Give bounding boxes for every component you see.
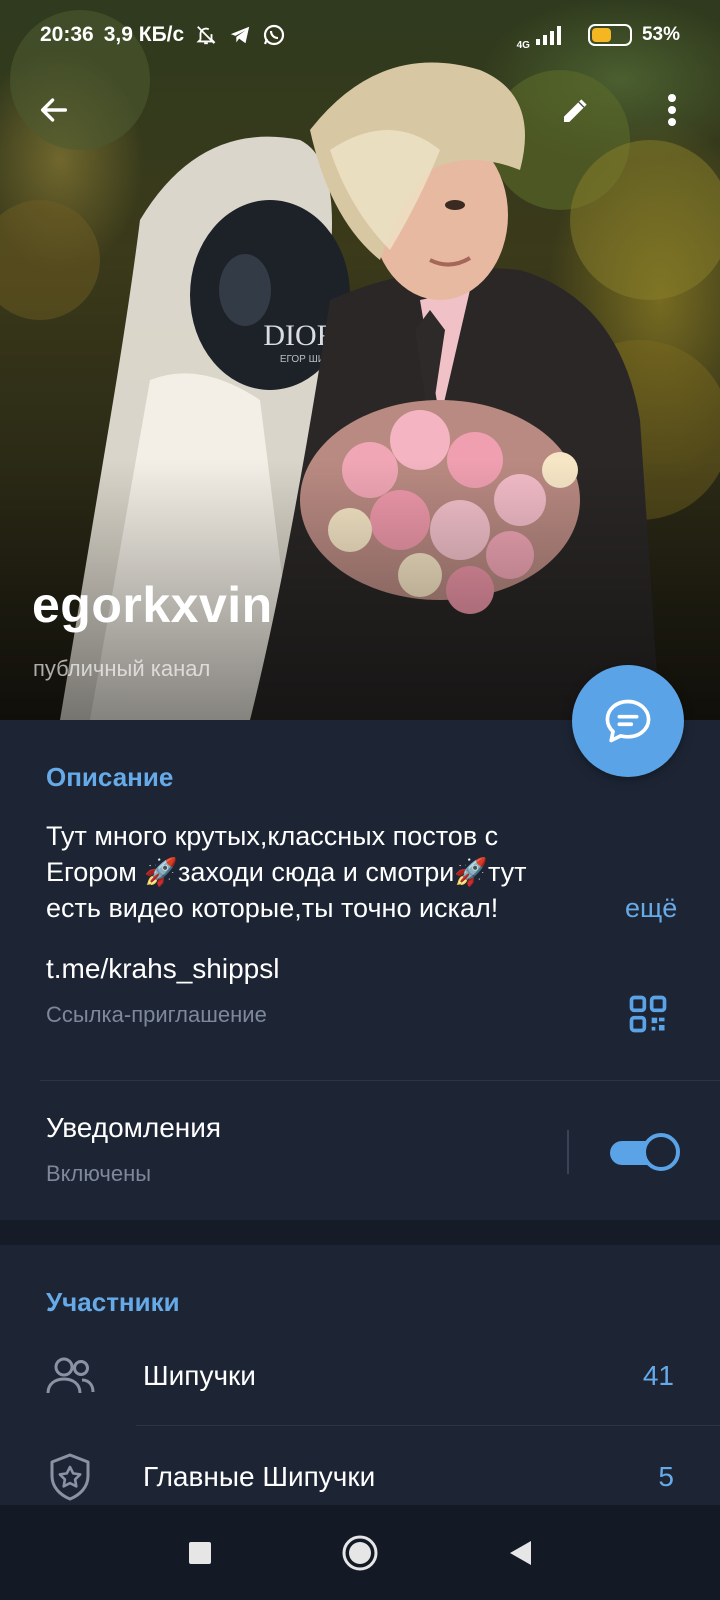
members-row-count: 41 bbox=[642, 1360, 674, 1391]
arrow-left-icon[interactable] bbox=[24, 80, 84, 140]
recents-button[interactable] bbox=[170, 1523, 230, 1583]
description-line-2c: тут bbox=[487, 857, 527, 887]
members-row-label: Шипучки bbox=[143, 1360, 256, 1391]
toolbar bbox=[0, 80, 720, 140]
description-line-2a: Егором bbox=[46, 857, 145, 887]
bell-off-icon bbox=[194, 23, 218, 47]
discussion-button[interactable] bbox=[572, 665, 684, 777]
pencil-icon[interactable] bbox=[546, 80, 606, 140]
notifications-status: Включены bbox=[46, 1161, 152, 1186]
network-type: 4G bbox=[516, 40, 530, 51]
admins-row-label: Главные Шипучки bbox=[143, 1461, 376, 1492]
notifications-toggle[interactable] bbox=[610, 1133, 680, 1171]
whatsapp-icon bbox=[262, 23, 286, 47]
users-icon bbox=[44, 1350, 96, 1402]
vertical-divider bbox=[567, 1130, 569, 1174]
admin-shield-icon bbox=[44, 1451, 96, 1503]
home-button[interactable] bbox=[330, 1523, 390, 1583]
rocket-emoji: 🚀 bbox=[144, 857, 179, 887]
channel-type: публичный канал bbox=[33, 656, 211, 681]
battery-icon bbox=[587, 24, 632, 46]
qr-code-icon[interactable] bbox=[626, 992, 670, 1036]
telegram-icon bbox=[228, 23, 252, 47]
circle-icon bbox=[342, 1535, 378, 1570]
system-nav-bar bbox=[0, 1505, 720, 1600]
back-button[interactable] bbox=[490, 1523, 550, 1583]
more-vertical-icon[interactable] bbox=[642, 80, 702, 140]
status-bar: 20:36 3,9 КБ/с 4G 53% bbox=[0, 0, 720, 70]
triangle-back-icon bbox=[510, 1540, 531, 1565]
invite-link-label: Ссылка-приглашение bbox=[46, 1002, 267, 1027]
show-more-link[interactable]: ещё bbox=[613, 890, 678, 926]
notifications-title[interactable]: Уведомления bbox=[46, 1112, 221, 1144]
battery-percent: 53% bbox=[641, 24, 680, 45]
rocket-emoji: 🚀 bbox=[454, 857, 488, 887]
description-line-3: есть видео которые,ты точно искал! ещё bbox=[46, 890, 686, 926]
channel-name: egorkxvin bbox=[32, 577, 273, 633]
divider bbox=[40, 1080, 720, 1081]
description-line-2: Егором 🚀заходи сюда и смотри🚀тут bbox=[46, 854, 686, 890]
message-icon bbox=[605, 699, 651, 743]
invite-link[interactable]: t.me/krahs_shippsl bbox=[46, 953, 279, 985]
signal-icon bbox=[534, 23, 564, 47]
admins-row-count: 5 bbox=[658, 1461, 674, 1492]
status-speed: 3,9 КБ/с bbox=[103, 23, 185, 46]
description-label: Описание bbox=[46, 762, 174, 792]
members-label: Участники bbox=[46, 1287, 180, 1317]
channel-description[interactable]: Тут много крутых,классных постов с Егоро… bbox=[46, 818, 686, 926]
description-line-3-text: есть видео которые,ты точно искал! bbox=[46, 893, 499, 923]
divider bbox=[136, 1425, 720, 1426]
square-icon bbox=[189, 1541, 211, 1564]
description-line-2b: заходи сюда и смотри bbox=[178, 857, 455, 887]
status-time: 20:36 bbox=[40, 23, 94, 46]
description-line-1: Тут много крутых,классных постов с bbox=[46, 821, 499, 851]
